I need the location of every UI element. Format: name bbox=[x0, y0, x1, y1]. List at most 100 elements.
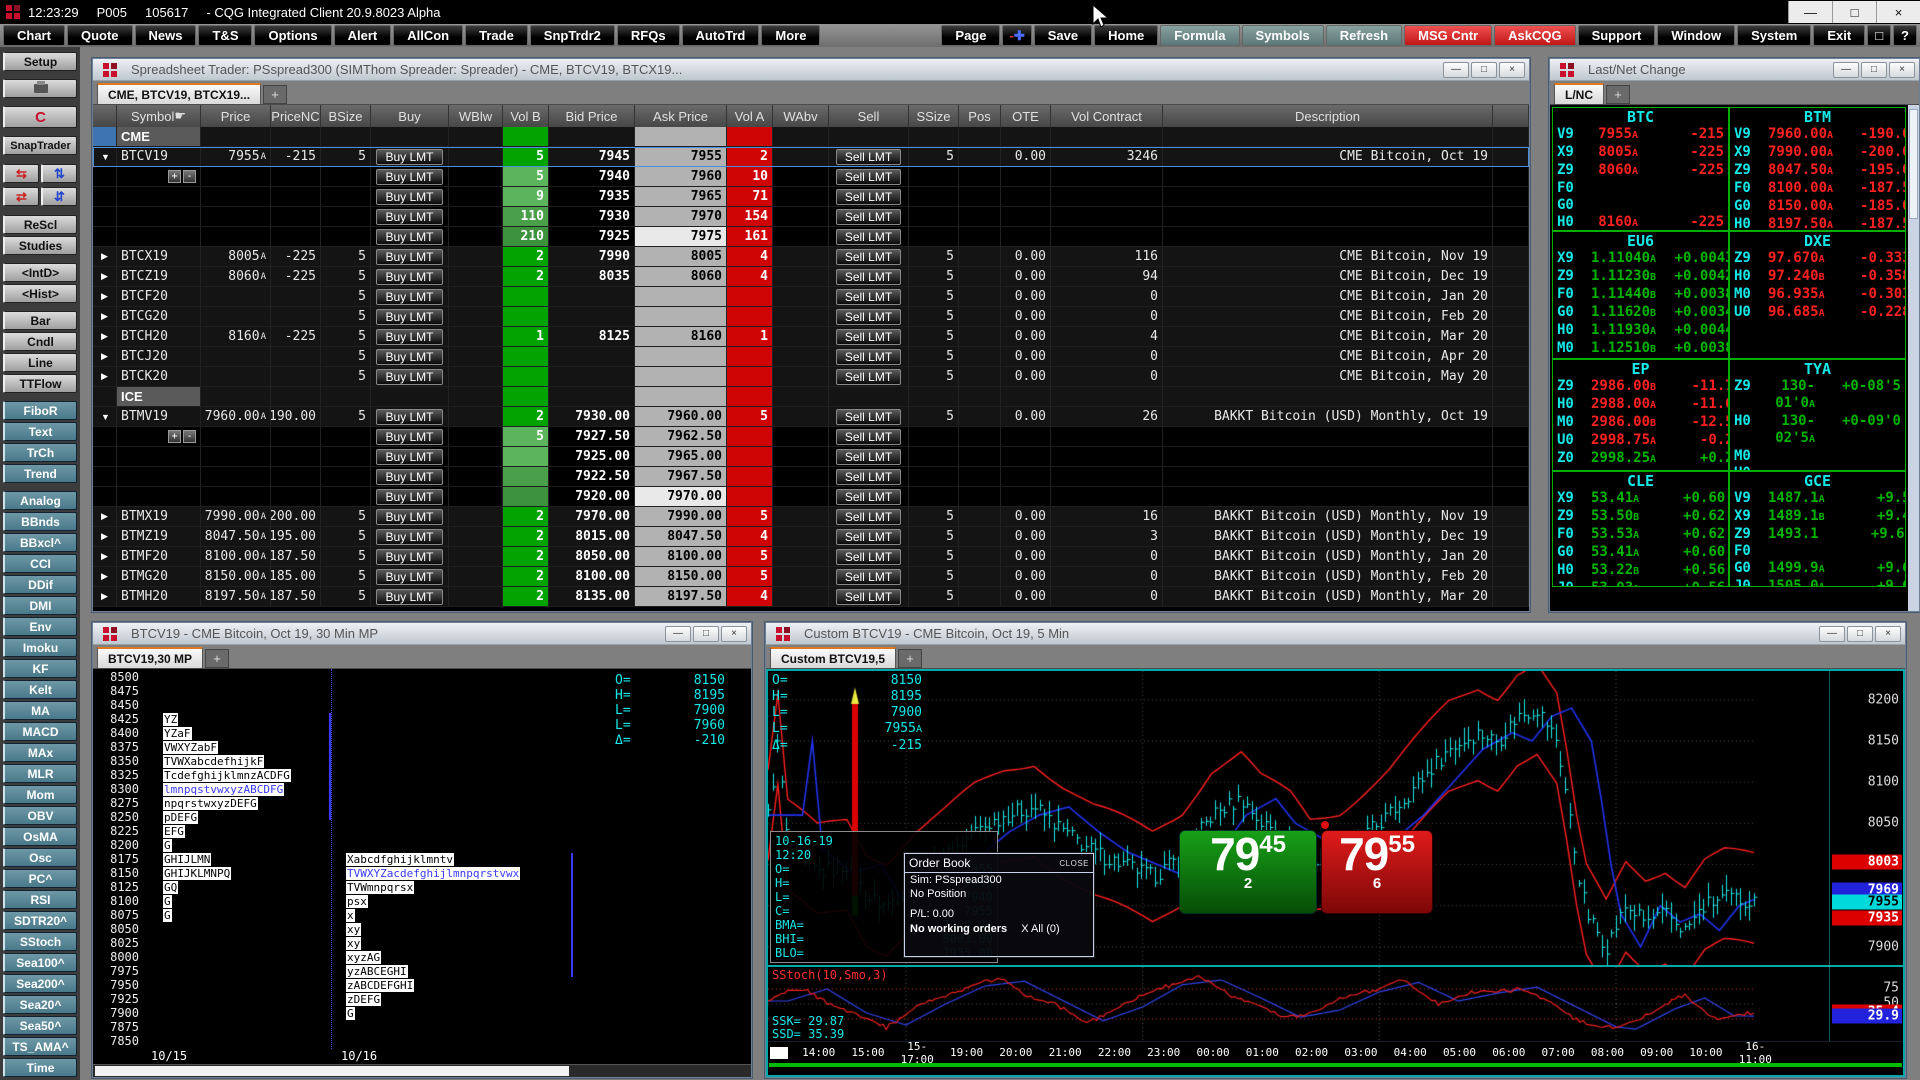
bid-price-cell[interactable] bbox=[549, 287, 635, 306]
bid-volume-cell[interactable]: 2 bbox=[503, 587, 549, 606]
ask-volume-cell[interactable]: 5 bbox=[727, 567, 773, 586]
mp-titlebar[interactable]: BTCV19 - CME Bitcoin, Oct 19, 30 Min MP … bbox=[93, 623, 751, 645]
lnc-titlebar[interactable]: Last/Net Change — □ × bbox=[1550, 59, 1919, 81]
ask-volume-cell[interactable]: 10 bbox=[727, 167, 773, 186]
cc-minimize-button[interactable]: — bbox=[1819, 625, 1845, 642]
menu-askcqg[interactable]: AskCQG bbox=[1494, 25, 1576, 46]
sidebar-item-mlr[interactable]: MLR bbox=[3, 764, 77, 783]
scale-arrow-icon[interactable]: ⇵ bbox=[41, 187, 77, 206]
sell-market-button[interactable]: 7955 6 bbox=[1321, 830, 1433, 914]
sidebar-item-bar[interactable]: Bar bbox=[3, 311, 77, 330]
buy-lmt-button[interactable]: Buy LMT bbox=[376, 348, 443, 365]
bid-price-cell[interactable]: 8100.00 bbox=[549, 567, 635, 586]
sidebar-item-cci[interactable]: CCI bbox=[3, 554, 77, 573]
expand-icon[interactable]: ▶ bbox=[101, 371, 108, 382]
buy-size-cell[interactable] bbox=[321, 467, 371, 486]
buy-lmt-button[interactable]: Buy LMT bbox=[376, 268, 443, 285]
spreadsheet-titlebar[interactable]: Spreadsheet Trader: PSspread300 (SIMThom… bbox=[93, 59, 1529, 81]
buy-lmt-button[interactable]: Buy LMT bbox=[376, 248, 443, 265]
custom-chart-tab[interactable]: Custom BTCV19,5 bbox=[770, 647, 897, 668]
sell-lmt-button[interactable]: Sell LMT bbox=[835, 248, 902, 265]
time-scroll-thumb[interactable] bbox=[770, 1046, 788, 1059]
bid-price-cell[interactable]: 7925.00 bbox=[549, 447, 635, 466]
symbol-cell[interactable]: BTCZ19 bbox=[117, 267, 201, 286]
cancel-all-button[interactable]: X All (0) bbox=[1021, 923, 1060, 935]
expand-icon[interactable]: ▶ bbox=[101, 251, 108, 262]
bid-volume-cell[interactable]: 2 bbox=[503, 267, 549, 286]
sell-lmt-button[interactable]: Sell LMT bbox=[835, 208, 902, 225]
sell-lmt-button[interactable]: Sell LMT bbox=[835, 508, 902, 525]
ask-price-cell[interactable]: 7990.00 bbox=[635, 507, 727, 526]
sidebar-item-cndl[interactable]: Cndl bbox=[3, 332, 77, 351]
sell-size-cell[interactable]: 5 bbox=[909, 327, 959, 346]
column-header-vol-contract[interactable]: Vol Contract bbox=[1051, 105, 1163, 127]
symbol-cell[interactable] bbox=[117, 487, 201, 506]
bid-price-cell[interactable] bbox=[549, 307, 635, 326]
menu-snptrdr2[interactable]: SnpTrdr2 bbox=[529, 25, 615, 46]
ask-volume-cell[interactable]: 4 bbox=[727, 247, 773, 266]
ask-price-cell[interactable]: 7955 bbox=[635, 147, 727, 166]
column-header-ask-price[interactable]: Ask Price bbox=[635, 105, 727, 127]
sell-lmt-button[interactable]: Sell LMT bbox=[835, 288, 902, 305]
sell-size-cell[interactable] bbox=[909, 447, 959, 466]
buy-size-cell[interactable]: 5 bbox=[321, 247, 371, 266]
sidebar-item-time[interactable]: Time bbox=[3, 1058, 77, 1077]
sidebar-item-env[interactable]: Env bbox=[3, 617, 77, 636]
bid-volume-cell[interactable]: 2 bbox=[503, 507, 549, 526]
sidebar-item-intd[interactable]: <IntD> bbox=[3, 263, 77, 282]
buy-lmt-button[interactable]: Buy LMT bbox=[376, 208, 443, 225]
column-header-price[interactable]: Price bbox=[201, 105, 271, 127]
bid-volume-cell[interactable]: 2 bbox=[503, 547, 549, 566]
mp-restore-button[interactable]: □ bbox=[693, 625, 719, 642]
ask-volume-cell[interactable]: 161 bbox=[727, 227, 773, 246]
sidebar-item-fibor[interactable]: FiboR bbox=[3, 401, 77, 420]
symbol-cell[interactable] bbox=[117, 187, 201, 206]
sell-lmt-button[interactable]: Sell LMT bbox=[835, 468, 902, 485]
sidebar-item-kf[interactable]: KF bbox=[3, 659, 77, 678]
sidebar-item-trch[interactable]: TrCh bbox=[3, 443, 77, 462]
bid-price-cell[interactable]: 8050.00 bbox=[549, 547, 635, 566]
ask-volume-cell[interactable]: 4 bbox=[727, 267, 773, 286]
buy-lmt-button[interactable]: Buy LMT bbox=[376, 168, 443, 185]
symbol-cell[interactable]: BTCV19 bbox=[117, 147, 201, 166]
ask-volume-cell[interactable] bbox=[727, 487, 773, 506]
buy-lmt-button[interactable]: Buy LMT bbox=[376, 548, 443, 565]
column-header-bid-price[interactable]: Bid Price bbox=[549, 105, 635, 127]
bid-volume-cell[interactable] bbox=[503, 287, 549, 306]
buy-size-cell[interactable] bbox=[321, 487, 371, 506]
sell-lmt-button[interactable]: Sell LMT bbox=[835, 408, 902, 425]
sheet-minimize-button[interactable]: — bbox=[1443, 61, 1469, 78]
ask-price-cell[interactable]: 8100.00 bbox=[635, 547, 727, 566]
symbol-cell[interactable]: BTMZ19 bbox=[117, 527, 201, 546]
buy-lmt-button[interactable]: Buy LMT bbox=[376, 528, 443, 545]
menu-page-toggle[interactable]: - ✚ bbox=[1002, 25, 1032, 46]
column-header-symbol[interactable]: Symbol ☛ bbox=[117, 105, 201, 127]
add-tab-button[interactable]: + bbox=[263, 85, 288, 104]
scale-arrow-icon[interactable]: ⇅ bbox=[41, 164, 77, 183]
buy-size-cell[interactable]: 5 bbox=[321, 587, 371, 606]
expand-icon[interactable]: ▶ bbox=[101, 571, 108, 582]
ask-price-cell[interactable]: 8047.50 bbox=[635, 527, 727, 546]
app-minimize-button[interactable]: — bbox=[1788, 1, 1832, 23]
menu-save[interactable]: Save bbox=[1033, 25, 1093, 46]
column-header-vol-b[interactable]: Vol B bbox=[503, 105, 549, 127]
add-tab-button[interactable]: + bbox=[1606, 85, 1630, 104]
bid-volume-cell[interactable]: 2 bbox=[503, 567, 549, 586]
menu-autotrd[interactable]: AutoTrd bbox=[681, 25, 760, 46]
menu-refresh[interactable]: Refresh bbox=[1325, 25, 1403, 46]
ask-volume-cell[interactable]: 154 bbox=[727, 207, 773, 226]
sell-lmt-button[interactable]: Sell LMT bbox=[835, 228, 902, 245]
ask-volume-cell[interactable]: 2 bbox=[727, 147, 773, 166]
ask-price-cell[interactable]: 7960 bbox=[635, 167, 727, 186]
ask-price-cell[interactable] bbox=[635, 287, 727, 306]
custom-chart-titlebar[interactable]: Custom BTCV19 - CME Bitcoin, Oct 19, 5 M… bbox=[766, 623, 1905, 645]
sell-size-cell[interactable]: 5 bbox=[909, 507, 959, 526]
expand-icon[interactable]: ▶ bbox=[101, 291, 108, 302]
menu-chart[interactable]: Chart bbox=[3, 25, 65, 46]
row-expand-cell[interactable]: ▶ bbox=[93, 307, 117, 326]
sell-size-cell[interactable]: 5 bbox=[909, 547, 959, 566]
column-header-pos[interactable]: Pos bbox=[959, 105, 1001, 127]
symbol-cell[interactable] bbox=[117, 227, 201, 246]
buy-size-cell[interactable] bbox=[321, 427, 371, 446]
menu-options[interactable]: Options bbox=[254, 25, 332, 46]
